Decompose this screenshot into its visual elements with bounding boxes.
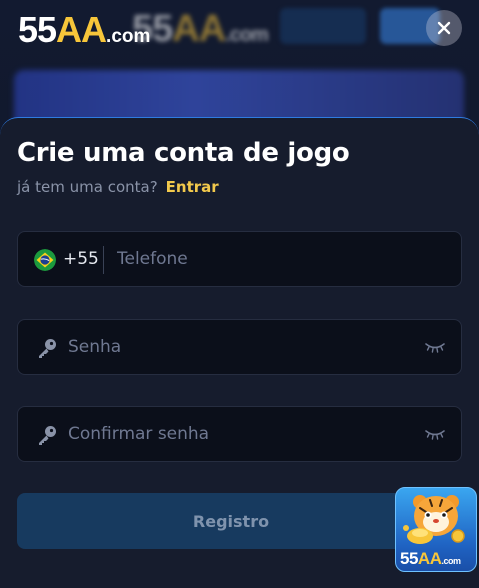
close-icon	[437, 21, 451, 35]
confirm-password-field[interactable]	[17, 406, 462, 462]
confirm-password-input[interactable]	[68, 407, 408, 461]
register-button[interactable]: Registro	[17, 493, 445, 549]
promo-badge[interactable]: 55AA.com	[395, 487, 477, 572]
key-icon	[39, 339, 56, 358]
close-button[interactable]	[426, 10, 462, 46]
page-title: Crie uma conta de jogo	[17, 138, 350, 168]
tiger-mascot-icon	[403, 495, 465, 544]
eye-closed-icon[interactable]	[425, 340, 445, 354]
phone-field[interactable]: +55	[17, 231, 462, 287]
brazil-flag-icon[interactable]	[34, 249, 56, 271]
phone-input[interactable]	[117, 232, 447, 286]
brand-logo: 55AA.com	[18, 9, 151, 50]
have-account-text: já tem uma conta?	[17, 178, 158, 196]
password-input[interactable]	[68, 320, 408, 374]
background-logo: 55AA.com	[132, 8, 269, 50]
country-code[interactable]: +55	[63, 249, 99, 269]
key-icon	[39, 426, 56, 445]
login-link[interactable]: Entrar	[166, 178, 219, 196]
eye-closed-icon[interactable]	[425, 427, 445, 441]
have-account-line: já tem uma conta? Entrar	[17, 178, 219, 196]
badge-logo: 55AA.com	[400, 549, 461, 568]
field-divider	[103, 246, 104, 274]
password-field[interactable]	[17, 319, 462, 375]
background-button	[280, 8, 366, 44]
